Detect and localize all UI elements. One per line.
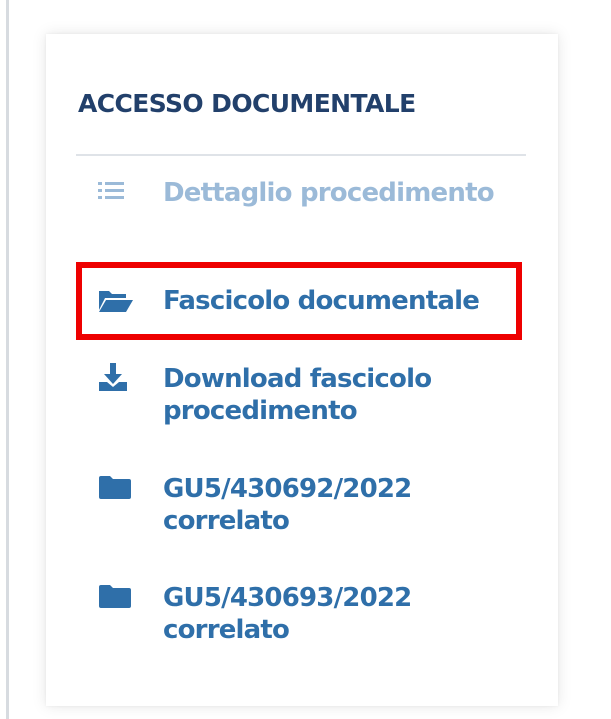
menu-item-dettaglio-procedimento[interactable]: Dettaglio procedimento	[98, 177, 518, 209]
download-icon	[98, 363, 134, 391]
folder-open-icon	[98, 287, 134, 315]
list-icon	[98, 177, 134, 205]
menu-item-label: Fascicolo documentale	[163, 286, 480, 316]
menu-item-download-fascicolo[interactable]: Download fascicolo procedimento	[98, 363, 518, 427]
menu-item-label: GU5/430692/2022 correlato	[163, 474, 412, 536]
panel-title: ACCESSO DOCUMENTALE	[78, 89, 416, 118]
title-divider	[76, 154, 526, 156]
folder-icon	[98, 473, 134, 501]
menu-item-related-gu5-430692[interactable]: GU5/430692/2022 correlato	[98, 473, 518, 537]
menu-item-related-gu5-430693[interactable]: GU5/430693/2022 correlato	[98, 582, 518, 646]
document-access-panel: ACCESSO DOCUMENTALE Dettaglio procedimen…	[46, 34, 558, 706]
menu-item-fascicolo-documentale[interactable]: Fascicolo documentale	[76, 262, 522, 340]
menu-item-label: Download fascicolo procedimento	[163, 364, 432, 426]
menu-item-label: GU5/430693/2022 correlato	[163, 583, 412, 645]
menu-item-label: Dettaglio procedimento	[163, 178, 495, 208]
folder-icon	[98, 582, 134, 610]
left-border-line	[6, 0, 9, 719]
